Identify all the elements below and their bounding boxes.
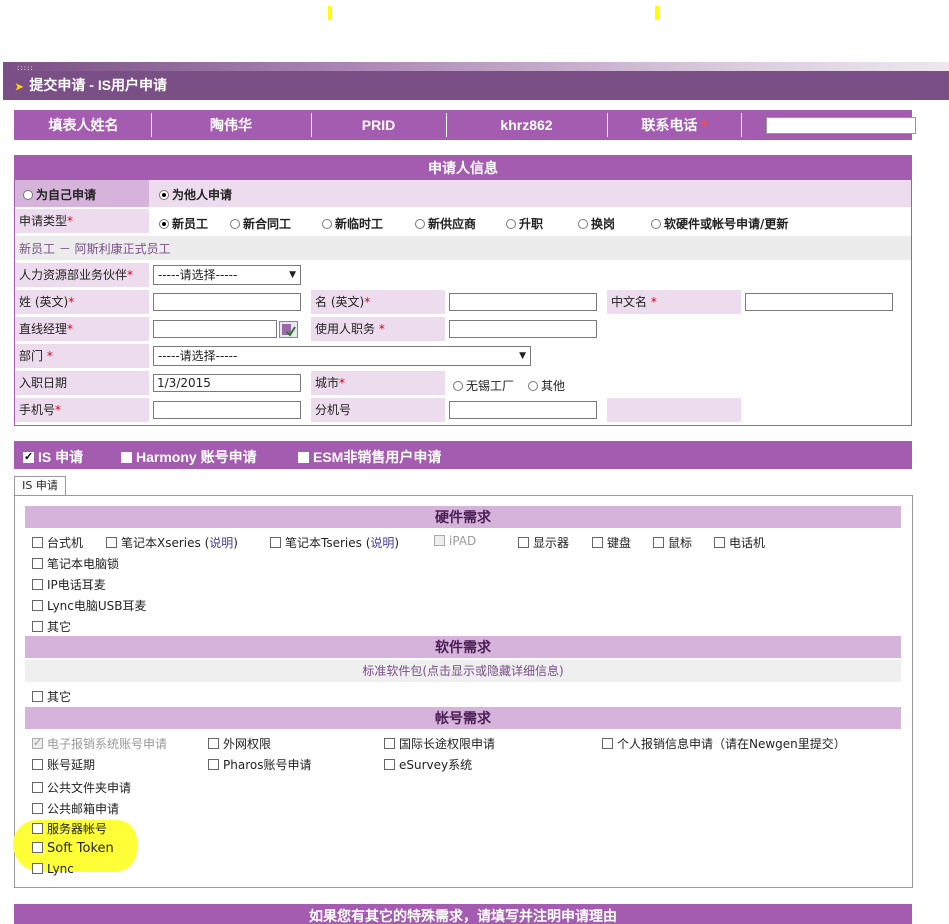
address-book-icon[interactable] xyxy=(279,321,298,338)
given-name-label: 名 (英文)* xyxy=(311,290,445,314)
acct-intl-call-checkbox[interactable]: 国际长途权限申请 xyxy=(384,735,495,752)
acct-server-checkbox[interactable]: 服务器帐号 xyxy=(32,820,107,837)
hw-ip-headset-checkbox[interactable]: IP电话耳麦 xyxy=(32,576,106,593)
type-new-temp[interactable]: 新临时工 xyxy=(322,215,383,232)
name-row: 姓 (英文)* 名 (英文)* 中文名 * xyxy=(15,290,911,316)
applicant-section: 申请人信息 为自己申请 为他人申请 申请类型* 新员工 新合同工 新临时工 新供… xyxy=(14,155,912,426)
cn-name-label: 中文名 * xyxy=(607,290,741,314)
empty-cell xyxy=(607,398,741,422)
acct-personal-expense-checkbox[interactable]: 个人报销信息申请（请在Newgen里提交） xyxy=(602,735,846,752)
position-label: 使用人职务 * xyxy=(311,317,445,341)
dept-label: 部门 * xyxy=(15,344,149,368)
hr-label: 人力资源部业务伙伴* xyxy=(15,263,149,287)
filler-name-label: 填表人姓名 xyxy=(17,113,150,137)
filler-info-row: 填表人姓名 陶伟华 PRID khrz862 联系电话 * xyxy=(14,110,916,140)
software-header: 软件需求 xyxy=(25,636,901,658)
standard-software-link[interactable]: 标准软件包(点击显示或隐藏详细信息) xyxy=(25,660,901,682)
highlight-mark-right xyxy=(655,6,659,20)
hw-phone-checkbox[interactable]: 电话机 xyxy=(714,534,765,551)
acct-expense-checkbox: 电子报销系统账号申请 xyxy=(32,735,167,752)
hardware-header: 硬件需求 xyxy=(25,506,901,528)
hw-mouse-checkbox[interactable]: 鼠标 xyxy=(653,534,692,551)
ext-label: 分机号 xyxy=(311,398,445,422)
join-date-input[interactable]: 1/3/2015 xyxy=(153,374,301,392)
cn-name-input[interactable] xyxy=(745,293,893,311)
acct-pharos-checkbox[interactable]: Pharos账号申请 xyxy=(208,756,311,773)
city-wuxi-radio[interactable]: 无锡工厂 xyxy=(453,377,514,394)
hw-other-checkbox[interactable]: 其它 xyxy=(32,618,71,635)
mobile-row: 手机号* 分机号 xyxy=(15,398,911,424)
type-row: 申请类型* 新员工 新合同工 新临时工 新供应商 升职 换岗 软硬件或帐号申请/… xyxy=(15,209,911,235)
type-new-vendor[interactable]: 新供应商 xyxy=(415,215,476,232)
join-row: 入职日期 1/3/2015 城市* 无锡工厂 其他 xyxy=(15,371,911,397)
hw-lync-headset-checkbox[interactable]: Lync电脑USB耳麦 xyxy=(32,597,147,614)
manager-label: 直线经理* xyxy=(15,317,149,341)
join-date-label: 入职日期 xyxy=(15,371,149,395)
hw-notebook-x-checkbox[interactable]: 笔记本Xseries (说明) xyxy=(106,534,238,551)
acct-esurvey-checkbox[interactable]: eSurvey系统 xyxy=(384,756,472,773)
city-label: 城市* xyxy=(311,371,445,395)
hw-notebook-t-checkbox[interactable]: 笔记本Tseries (说明) xyxy=(270,534,399,551)
mobile-label: 手机号* xyxy=(15,398,149,422)
type-description: 新员工 － 阿斯利康正式员工 xyxy=(19,242,171,256)
hw-monitor-checkbox[interactable]: 显示器 xyxy=(518,534,569,551)
explain-link-x[interactable]: 说明 xyxy=(209,536,233,550)
type-transfer[interactable]: 换岗 xyxy=(578,215,615,232)
acct-public-folder-checkbox[interactable]: 公共文件夹申请 xyxy=(32,779,131,796)
given-name-input[interactable] xyxy=(449,293,597,311)
apply-for-row: 为自己申请 为他人申请 xyxy=(15,180,911,207)
page-title-bar: ➤ 提交申请 - IS用户申请 xyxy=(3,71,949,100)
arrow-icon: ➤ xyxy=(15,82,24,93)
esm-request-checkbox[interactable]: ESM非销售用户申请 xyxy=(298,447,441,467)
account-header: 帐号需求 xyxy=(25,707,901,729)
acct-lync-checkbox[interactable]: Lync xyxy=(32,862,74,876)
position-input[interactable] xyxy=(449,320,597,338)
apply-other-radio[interactable]: 为他人申请 xyxy=(159,186,232,203)
hw-desktop-checkbox[interactable]: 台式机 xyxy=(32,534,83,551)
acct-internet-checkbox[interactable]: 外网权限 xyxy=(208,735,271,752)
dept-select[interactable]: -----请选择----- ▼ xyxy=(153,346,531,366)
special-request-header: 如果您有其它的特殊需求，请填写并注明申请理由 xyxy=(14,904,912,924)
type-new-contractor[interactable]: 新合同工 xyxy=(230,215,291,232)
sw-other-checkbox[interactable]: 其它 xyxy=(32,688,71,705)
is-request-checkbox[interactable]: IS 申请 xyxy=(23,447,83,467)
highlight-mark-left xyxy=(328,6,332,20)
ext-input[interactable] xyxy=(449,401,597,419)
phone-label: 联系电话 * xyxy=(607,113,740,137)
type-promotion[interactable]: 升职 xyxy=(506,215,543,232)
acct-extend-checkbox[interactable]: 账号延期 xyxy=(32,756,95,773)
surname-input[interactable] xyxy=(153,293,301,311)
city-other-radio[interactable]: 其他 xyxy=(528,377,565,394)
hw-ipad-checkbox: iPAD xyxy=(434,534,476,548)
dept-row: 部门 * -----请选择----- ▼ xyxy=(15,344,911,370)
surname-label: 姓 (英文)* xyxy=(15,290,149,314)
manager-row: 直线经理* 使用人职务 * xyxy=(15,317,911,343)
hw-lock-checkbox[interactable]: 笔记本电脑锁 xyxy=(32,555,119,572)
type-update[interactable]: 软硬件或帐号申请/更新 xyxy=(651,215,788,232)
request-type-bar: IS 申请 Harmony 账号申请 ESM非销售用户申请 xyxy=(14,441,912,469)
is-request-panel: 硬件需求 台式机 笔记本Xseries (说明) 笔记本Tseries (说明)… xyxy=(14,495,913,888)
mobile-input[interactable] xyxy=(153,401,301,419)
type-desc-row: 新员工 － 阿斯利康正式员工 xyxy=(15,236,911,260)
page-title: 提交申请 - IS用户申请 xyxy=(29,77,168,93)
manager-input[interactable] xyxy=(153,320,277,338)
prid-value: khrz862 xyxy=(446,113,606,137)
prid-label: PRID xyxy=(311,113,445,137)
filler-name-value: 陶伟华 xyxy=(151,113,310,137)
harmony-request-checkbox[interactable]: Harmony 账号申请 xyxy=(121,447,257,467)
tab-is-request[interactable]: IS 申请 xyxy=(14,476,66,496)
hr-select[interactable]: -----请选择----- ▼ xyxy=(153,265,301,285)
type-new-employee[interactable]: 新员工 xyxy=(159,215,208,232)
applicant-header: 申请人信息 xyxy=(15,156,911,180)
top-gradient-strip: ::::: xyxy=(3,62,949,72)
acct-public-mail-checkbox[interactable]: 公共邮箱申请 xyxy=(32,800,119,817)
phone-input[interactable] xyxy=(766,117,916,134)
hw-keyboard-checkbox[interactable]: 键盘 xyxy=(592,534,631,551)
acct-soft-token-checkbox[interactable]: Soft Token xyxy=(32,841,114,856)
hr-row: 人力资源部业务伙伴* -----请选择----- ▼ xyxy=(15,263,911,289)
type-label: 申请类型* xyxy=(15,209,149,233)
apply-self-radio[interactable]: 为自己申请 xyxy=(23,186,96,203)
explain-link-t[interactable]: 说明 xyxy=(370,536,394,550)
